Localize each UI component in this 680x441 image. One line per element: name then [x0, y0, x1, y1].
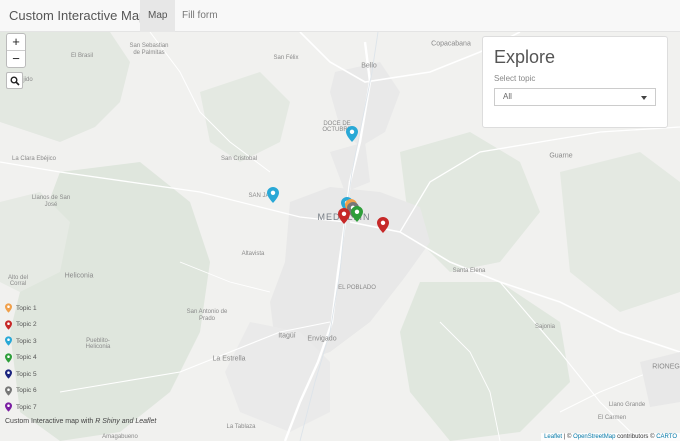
carto-link[interactable]: CARTO — [656, 434, 677, 440]
tab-map[interactable]: Map — [140, 0, 176, 32]
map-marker-topic-3[interactable] — [267, 187, 279, 203]
explore-title: Explore — [494, 47, 556, 67]
marker-icon — [5, 320, 12, 330]
navbar: Custom Interactive Map Map Fill form — [0, 0, 680, 32]
place-pueblito-heliconia: Heliconia — [85, 344, 111, 350]
search-icon — [10, 76, 20, 86]
marker-icon — [5, 386, 12, 396]
marker-icon — [5, 336, 12, 346]
place-la-tablaza: La Tablaza — [226, 424, 256, 430]
place-copacabana: Copacabana — [431, 40, 471, 48]
map-attribution: Leaflet | © OpenStreetMap contributors ©… — [541, 433, 680, 441]
topic-select-value: All — [503, 92, 512, 101]
place-el-poblado: EL POBLADO — [338, 285, 376, 291]
legend-label: Topic 1 — [16, 304, 37, 312]
place-san-felix: San Félix — [273, 55, 299, 61]
topic-select[interactable]: All — [494, 88, 656, 106]
zoom-in-button[interactable]: + — [7, 34, 25, 50]
zoom-out-button[interactable]: − — [7, 50, 25, 67]
legend-label: Topic 4 — [16, 354, 37, 362]
place-el-brasil: El Brasil — [70, 53, 94, 59]
select-topic-label: Select topic — [494, 74, 536, 83]
map-marker-topic-2[interactable] — [377, 217, 389, 233]
legend-label: Topic 3 — [16, 337, 37, 345]
place-corral: Corral — [9, 281, 27, 287]
map-search-button[interactable] — [6, 72, 23, 89]
caption-tech: R Shiny and Leaflet — [95, 418, 157, 425]
marker-icon — [5, 402, 12, 412]
app-title: Custom Interactive Map — [9, 8, 147, 23]
legend-item: Topic 7 — [5, 399, 37, 416]
legend-label: Topic 6 — [16, 387, 37, 395]
place-llanos-de-san: Llanos de San — [31, 195, 71, 201]
place-de-palmitas: de Palmitas — [133, 50, 165, 56]
legend-item: Topic 5 — [5, 366, 37, 383]
place-la-estrella: La Estrella — [212, 355, 246, 363]
osm-link[interactable]: OpenStreetMap — [573, 434, 615, 440]
attribution-sep: | © — [562, 434, 574, 440]
legend-label: Topic 2 — [16, 321, 37, 329]
place-altavista: Altavista — [241, 251, 265, 257]
place-rionegro: RIONEG — [652, 363, 680, 371]
marker-icon — [5, 303, 12, 313]
tab-fill-form[interactable]: Fill form — [174, 0, 226, 32]
place-san-sebastian: San Sebastian — [129, 43, 169, 49]
place-la-clara-ebejico: La Clara Ebéjico — [11, 156, 57, 162]
place-guarne: Guarne — [549, 152, 573, 160]
legend-item: Topic 3 — [5, 333, 37, 350]
place-santa-elena: Santa Elena — [452, 268, 486, 274]
marker-icon — [5, 353, 12, 363]
map-marker-topic-3[interactable] — [346, 126, 358, 142]
chevron-down-icon — [641, 96, 647, 100]
legend-item: Topic 6 — [5, 383, 37, 400]
place-envigado: Envigado — [307, 335, 337, 343]
legend-label: Topic 7 — [16, 403, 37, 411]
zoom-control: + − — [6, 33, 26, 68]
map-marker-topic-2[interactable] — [338, 208, 350, 224]
attribution-contrib: contributors © — [615, 434, 657, 440]
place-prado: Prado — [198, 316, 216, 322]
legend-item: Topic 2 — [5, 317, 37, 334]
legend-label: Topic 5 — [16, 370, 37, 378]
caption-prefix: Custom Interactive map with — [5, 418, 96, 425]
leaflet-link[interactable]: Leaflet — [544, 434, 562, 440]
map-caption: Custom Interactive map with R Shiny and … — [5, 418, 156, 425]
map-legend: Topic 1 Topic 2 Topic 3 Topic 4 Topic 5 … — [5, 300, 37, 416]
place-amagabueno: Amagabueno — [102, 434, 138, 440]
place-san-cristobal: San Cristobal — [220, 156, 258, 162]
place-heliconia: Heliconia — [64, 272, 94, 280]
place-el-carmen: El Carmen — [597, 415, 627, 421]
place-jose: José — [44, 202, 58, 208]
legend-item: Topic 1 — [5, 300, 37, 317]
map-marker-topic-4[interactable] — [351, 206, 363, 222]
map-area[interactable]: Copacabana San Sebastian de Palmitas El … — [0, 32, 680, 441]
marker-icon — [5, 369, 12, 379]
explore-panel: Explore Select topic All — [482, 36, 668, 128]
place-sajonia: Sajonia — [534, 324, 556, 330]
place-llano-grande: Llano Grande — [608, 402, 646, 408]
legend-item: Topic 4 — [5, 350, 37, 367]
place-itagui: Itagüí — [278, 332, 296, 340]
place-ejido: jido — [23, 77, 33, 83]
place-bello: Bello — [361, 62, 377, 70]
place-san-antonio-de: San Antonio de — [186, 309, 228, 315]
